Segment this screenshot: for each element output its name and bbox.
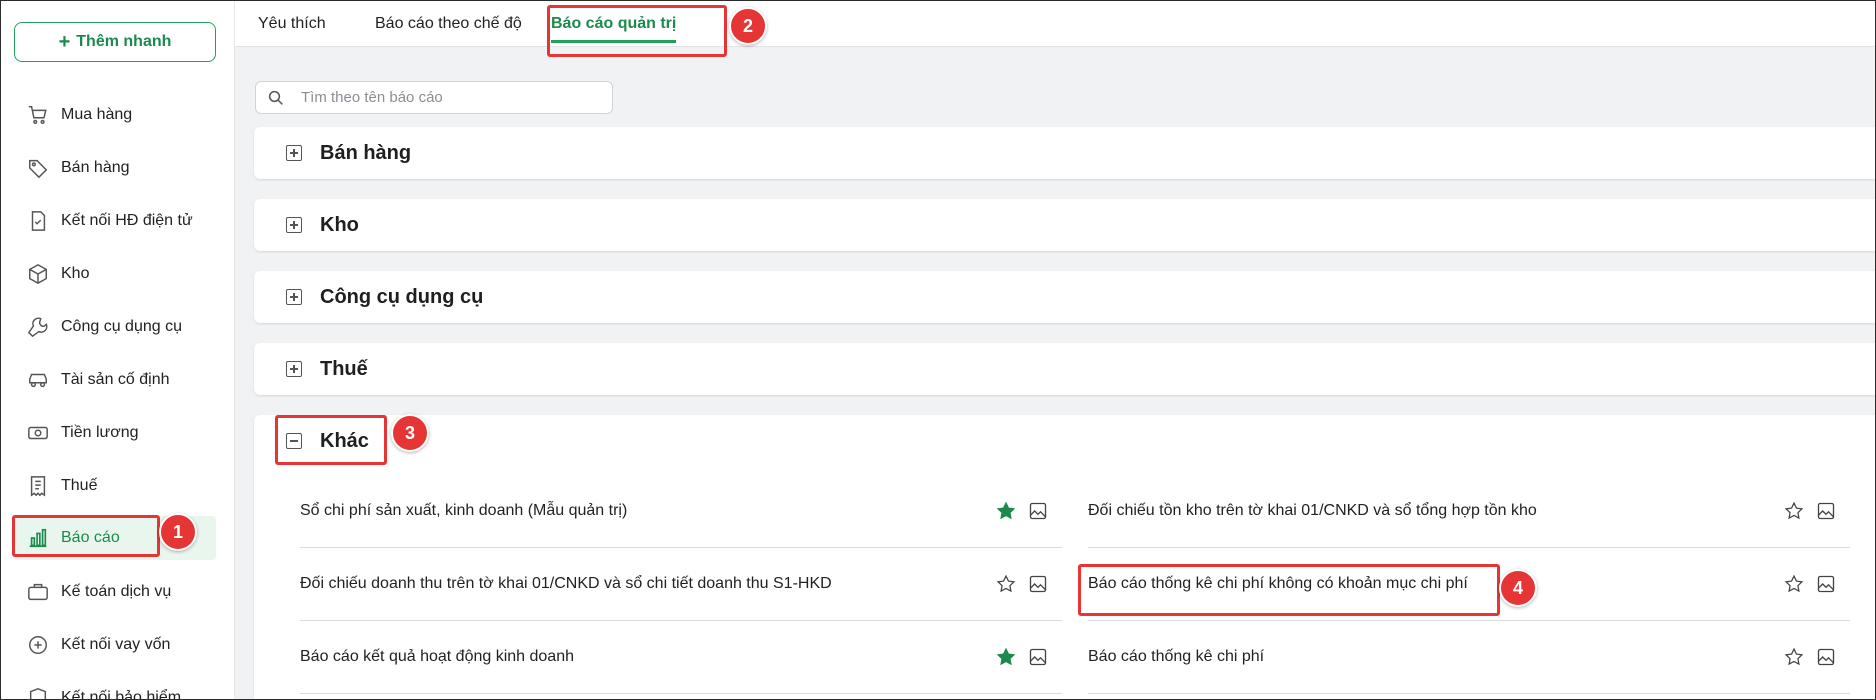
sidebar-item-ket-noi-bao-hiem[interactable]: Kết nối bảo hiểm <box>1 671 235 700</box>
highlight-box-tab <box>547 5 727 57</box>
sidebar-item-label: Kết nối vay vốn <box>61 635 171 653</box>
expand-icon[interactable] <box>286 361 302 377</box>
cash-icon <box>27 422 49 444</box>
report-tabs: Yêu thích Báo cáo theo chế độ Báo cáo qu… <box>235 1 1875 47</box>
sidebar-item-thue[interactable]: Thuế <box>1 459 235 512</box>
section-title: Kho <box>320 213 359 236</box>
sidebar-item-kho[interactable]: Kho <box>1 247 235 300</box>
expand-icon[interactable] <box>286 145 302 161</box>
section-title: Bán hàng <box>320 141 412 164</box>
loan-icon <box>27 634 49 656</box>
cart-icon <box>27 104 49 126</box>
report-item[interactable]: Báo cáo kết quả hoạt động kinh doanh <box>300 621 1062 694</box>
quick-add-button[interactable]: + Thêm nhanh <box>14 22 216 62</box>
briefcase-icon <box>27 581 49 603</box>
section-cong-cu-dung-cu: Công cụ dụng cụ <box>254 271 1875 323</box>
sidebar-item-label: Tài sản cố định <box>61 370 170 388</box>
report-item[interactable]: Đối chiếu tồn kho trên tờ khai 01/CNKD v… <box>1088 475 1850 548</box>
sidebar-item-label: Công cụ dụng cụ <box>61 317 182 335</box>
report-item[interactable]: Đối chiếu doanh thu trên tờ khai 01/CNKD… <box>300 548 1062 621</box>
sidebar-item-ke-toan-dich-vu[interactable]: Kế toán dịch vụ <box>1 565 235 618</box>
quick-add-label: Thêm nhanh <box>76 33 172 50</box>
star-outline-icon[interactable] <box>1784 501 1804 521</box>
box-icon <box>27 263 49 285</box>
image-icon[interactable] <box>1028 501 1048 521</box>
report-item[interactable]: Sổ chi phí sản xuất, kinh doanh (Mẫu quả… <box>300 475 1062 548</box>
report-name: Báo cáo kết quả hoạt động kinh doanh <box>300 648 574 665</box>
tag-icon <box>27 157 49 179</box>
sidebar-item-label: Bán hàng <box>61 158 130 176</box>
section-header[interactable]: Kho <box>254 199 1875 251</box>
section-header[interactable]: Bán hàng <box>254 127 1875 179</box>
tab-bao-cao-theo-che-do[interactable]: Báo cáo theo chế độ <box>375 1 522 47</box>
step-badge-3: 3 <box>391 414 429 452</box>
report-name: Đối chiếu tồn kho trên tờ khai 01/CNKD v… <box>1088 502 1537 519</box>
report-item[interactable]: Báo cáo thống kê chi phí <box>1088 621 1850 694</box>
section-ban-hang: Bán hàng <box>254 127 1875 179</box>
search-icon <box>267 89 285 107</box>
image-icon[interactable] <box>1816 647 1836 667</box>
sidebar-item-tien-luong[interactable]: Tiền lương <box>1 406 235 459</box>
e-invoice-icon <box>27 210 49 232</box>
tab-yeu-thich[interactable]: Yêu thích <box>258 1 326 47</box>
highlight-box-report <box>1078 564 1500 616</box>
sidebar-nav: Mua hàng Bán hàng Kết nối HĐ điện tử Kho… <box>1 88 235 700</box>
sidebar-item-cong-cu[interactable]: Công cụ dụng cụ <box>1 300 235 353</box>
sidebar-item-label: Kho <box>61 264 90 282</box>
sidebar: + Thêm nhanh Mua hàng Bán hàng Kết nối H… <box>1 1 235 700</box>
star-filled-icon[interactable] <box>996 501 1016 521</box>
section-title: Công cụ dụng cụ <box>320 285 484 308</box>
sidebar-item-ket-noi-vay-von[interactable]: Kết nối vay vốn <box>1 618 235 671</box>
highlight-box-khac <box>275 415 387 465</box>
section-header[interactable]: Thuế <box>254 343 1875 395</box>
sidebar-item-ban-hang[interactable]: Bán hàng <box>1 141 235 194</box>
plus-icon: + <box>58 31 71 53</box>
star-filled-icon[interactable] <box>996 647 1016 667</box>
sidebar-item-mua-hang[interactable]: Mua hàng <box>1 88 235 141</box>
sidebar-item-label: Thuế <box>61 476 98 494</box>
image-icon[interactable] <box>1028 647 1048 667</box>
expand-icon[interactable] <box>286 289 302 305</box>
car-icon <box>27 369 49 391</box>
main-content: Bán hàng Kho Công cụ dụng cụ Thuế K <box>235 47 1875 699</box>
image-icon[interactable] <box>1816 501 1836 521</box>
sidebar-item-tai-san[interactable]: Tài sản cố định <box>1 353 235 406</box>
star-outline-icon[interactable] <box>996 574 1016 594</box>
section-title: Thuế <box>320 357 368 380</box>
app-window: + Thêm nhanh Mua hàng Bán hàng Kết nối H… <box>0 0 1876 700</box>
step-badge-4: 4 <box>1499 569 1537 607</box>
receipt-icon <box>27 475 49 497</box>
report-name: Sổ chi phí sản xuất, kinh doanh (Mẫu quả… <box>300 502 628 519</box>
sidebar-item-label: Mua hàng <box>61 105 133 123</box>
step-badge-2: 2 <box>729 7 767 45</box>
report-name: Đối chiếu doanh thu trên tờ khai 01/CNKD… <box>300 575 832 592</box>
shield-icon <box>27 687 49 699</box>
section-khac: Khác Sổ chi phí sản xuất, kinh doanh (Mẫ… <box>254 415 1875 699</box>
sidebar-item-label: Kết nối HĐ điện tử <box>61 211 193 229</box>
sidebar-item-label: Tiền lương <box>61 423 139 441</box>
wrench-icon <box>27 316 49 338</box>
section-thue: Thuế <box>254 343 1875 395</box>
star-outline-icon[interactable] <box>1784 647 1804 667</box>
section-kho: Kho <box>254 199 1875 251</box>
image-icon[interactable] <box>1028 574 1048 594</box>
section-header[interactable]: Khác <box>254 415 1875 467</box>
sidebar-item-ket-noi-hd[interactable]: Kết nối HĐ điện tử <box>1 194 235 247</box>
image-icon[interactable] <box>1816 574 1836 594</box>
sidebar-item-label: Kết nối bảo hiểm <box>61 688 182 700</box>
star-outline-icon[interactable] <box>1784 574 1804 594</box>
search-input[interactable] <box>301 89 591 106</box>
search-box <box>255 81 613 114</box>
highlight-box-bao-cao <box>12 515 160 557</box>
sidebar-item-label: Kế toán dịch vụ <box>61 582 172 600</box>
section-header[interactable]: Công cụ dụng cụ <box>254 271 1875 323</box>
report-name: Báo cáo thống kê chi phí <box>1088 648 1265 665</box>
expand-icon[interactable] <box>286 217 302 233</box>
step-badge-1: 1 <box>159 513 197 551</box>
